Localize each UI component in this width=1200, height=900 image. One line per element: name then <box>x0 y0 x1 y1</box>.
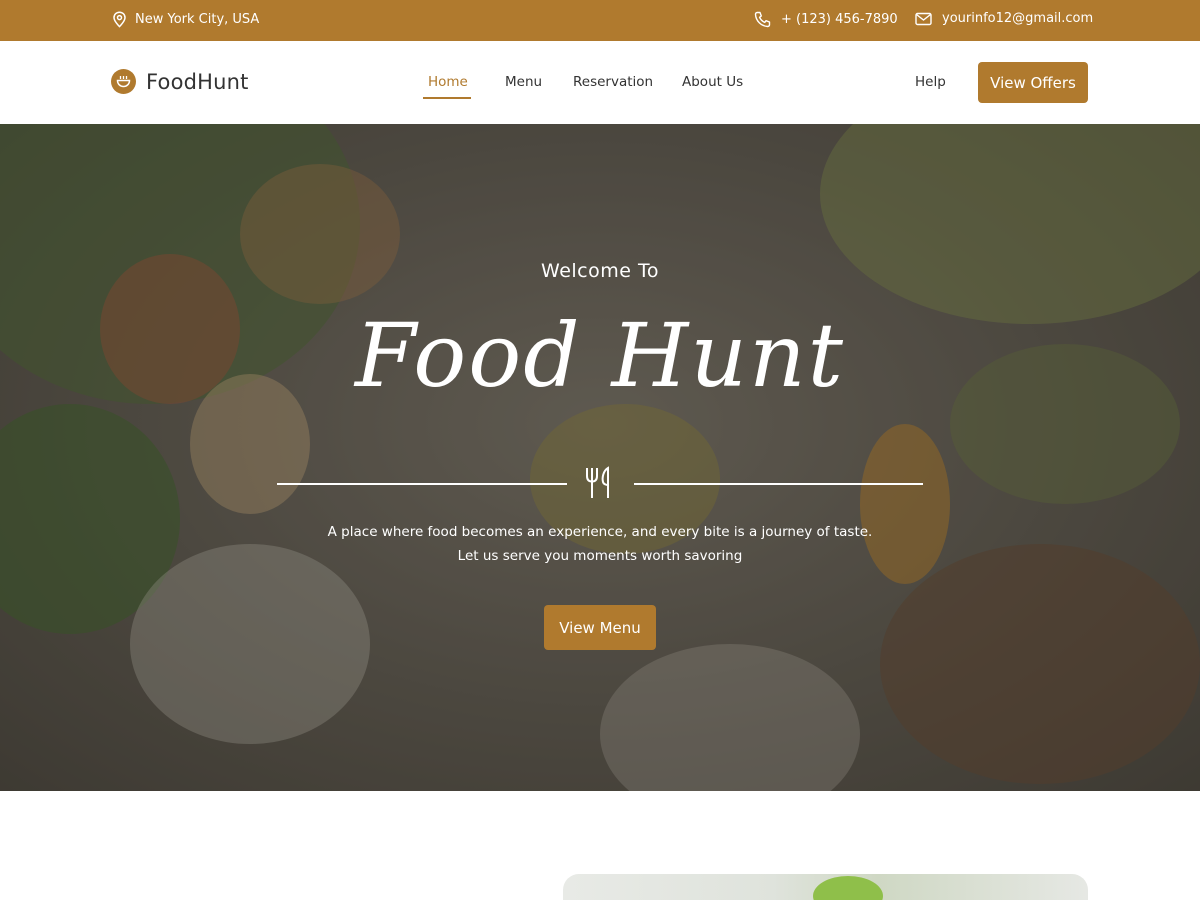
hero-welcome-text: Welcome To <box>541 260 659 282</box>
hero-divider-right <box>634 483 923 485</box>
nav-item-home[interactable]: Home <box>428 74 468 90</box>
phone-info[interactable]: + (123) 456-7890 <box>754 11 898 28</box>
help-link[interactable]: Help <box>915 74 946 90</box>
nav-item-about-us[interactable]: About Us <box>682 74 743 90</box>
location-info: New York City, USA <box>112 11 259 28</box>
phone-icon <box>754 11 771 28</box>
brand-logo[interactable]: FoodHunt <box>111 69 249 94</box>
email-info[interactable]: yourinfo12@gmail.com <box>915 11 1093 26</box>
view-offers-button[interactable]: View Offers <box>978 62 1088 103</box>
mail-icon <box>915 12 932 26</box>
hero-section: Welcome To Food Hunt A place where food … <box>0 124 1200 791</box>
phone-text[interactable]: + (123) 456-7890 <box>781 12 898 27</box>
main-navigation: FoodHunt Home Menu Reservation About Us … <box>0 41 1200 124</box>
view-menu-button[interactable]: View Menu <box>544 605 656 650</box>
nav-item-menu[interactable]: Menu <box>505 74 542 90</box>
email-text[interactable]: yourinfo12@gmail.com <box>942 11 1093 26</box>
location-text: New York City, USA <box>135 12 260 27</box>
brand-name: FoodHunt <box>146 69 249 94</box>
active-nav-indicator <box>423 97 471 99</box>
food-bowl-icon <box>111 69 136 94</box>
about-image-card <box>563 874 1088 900</box>
salad-image <box>813 876 883 900</box>
hero-content: Welcome To Food Hunt A place where food … <box>0 124 1200 791</box>
hero-divider-left <box>277 483 567 485</box>
nav-item-reservation[interactable]: Reservation <box>573 74 653 90</box>
location-pin-icon <box>112 11 127 28</box>
cutlery-icon <box>584 466 616 504</box>
hero-description: A place where food becomes an experience… <box>327 524 873 564</box>
hero-title: Food Hunt <box>355 304 845 407</box>
top-info-bar: New York City, USA + (123) 456-7890 your… <box>0 0 1200 41</box>
